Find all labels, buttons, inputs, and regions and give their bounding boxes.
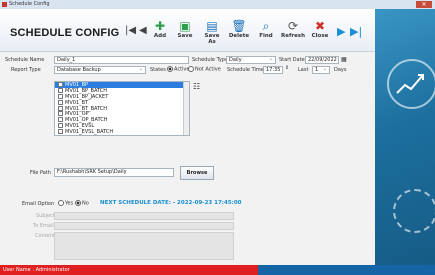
report-checkbox[interactable] xyxy=(58,93,63,99)
save-icon: ▣ xyxy=(179,19,191,33)
schedule-name-label: Schedule Name xyxy=(5,57,45,63)
last-select[interactable]: 1 xyxy=(312,66,330,74)
next-record-button[interactable]: ▶ xyxy=(337,25,345,38)
chart-circle-graphic xyxy=(387,59,435,109)
calendar-icon[interactable]: ▦ xyxy=(341,56,347,63)
report-checkbox[interactable] xyxy=(58,117,63,123)
refresh-label: Refresh xyxy=(281,33,305,39)
schedule-time-input[interactable]: 17:35 xyxy=(263,66,283,74)
app-icon xyxy=(2,2,7,7)
refresh-icon: ⟳ xyxy=(287,19,299,33)
active-radio[interactable]: Active xyxy=(167,66,189,73)
report-checkbox[interactable] xyxy=(58,129,63,135)
report-list-item[interactable]: MV01_EVSL_BATCH xyxy=(55,129,189,135)
email-no-radio-dot xyxy=(75,200,81,206)
first-record-button[interactable]: |◀ xyxy=(125,25,136,36)
toolbar: SCHEDULE CONFIG |◀ ◀ ✚ Add ▣ Save ▤ Save… xyxy=(0,9,375,52)
report-list[interactable]: MV01_BP MV01_BP_BATCH MV01_BP_JACKET MV01_B… xyxy=(54,81,190,136)
save-as-button[interactable]: ▤ Save As xyxy=(200,19,224,45)
browse-button[interactable]: Browse xyxy=(180,166,214,180)
add-button[interactable]: ✚ Add xyxy=(148,19,172,39)
last-label: Last xyxy=(298,67,309,73)
status-bar: User Name : Administrator xyxy=(0,265,435,275)
report-item-label: MV01_EVSL_BATCH xyxy=(65,129,114,136)
delete-button[interactable]: 🗑 Delete xyxy=(227,19,251,39)
to-email-label: To Email xyxy=(33,223,54,229)
report-checkbox[interactable] xyxy=(58,105,63,111)
report-checkbox[interactable] xyxy=(58,87,63,93)
schedule-type-select[interactable]: Daily xyxy=(226,56,276,64)
trash-icon: 🗑 xyxy=(231,19,247,33)
not-active-label: Not Active xyxy=(195,66,221,73)
report-list-scrollbar[interactable] xyxy=(183,82,189,135)
list-settings-icon[interactable]: ☷ xyxy=(193,82,200,91)
time-spinner-icon[interactable]: ⇕ xyxy=(285,65,289,71)
save-as-label: Save As xyxy=(204,33,220,45)
start-date-value: 22/09/2022 xyxy=(308,57,337,63)
report-checkbox[interactable] xyxy=(58,123,63,129)
page-title: SCHEDULE CONFIG xyxy=(10,27,120,39)
status-user-text: User Name : Administrator xyxy=(3,267,70,273)
start-date-label: Start Date xyxy=(279,57,305,63)
status-user-section: User Name : Administrator xyxy=(0,265,258,275)
window-title: Schedule Config xyxy=(9,1,50,7)
subject-input[interactable] xyxy=(54,212,234,220)
content-textarea[interactable] xyxy=(54,232,234,260)
next-schedule-date: NEXT SCHEDULE DATE: - 2022-09-23 17:45:0… xyxy=(100,200,242,206)
main-panel: SCHEDULE CONFIG |◀ ◀ ✚ Add ▣ Save ▤ Save… xyxy=(0,9,375,265)
email-yes-radio-dot xyxy=(58,200,64,206)
to-email-input[interactable] xyxy=(54,222,234,230)
gear-graphic xyxy=(393,189,435,233)
schedule-time-label: Schedule Time xyxy=(227,67,264,73)
close-label: Close xyxy=(311,33,329,39)
report-checkbox[interactable] xyxy=(58,99,63,105)
file-path-label: File Path xyxy=(30,170,51,176)
find-label: Find xyxy=(259,33,273,39)
email-no-radio[interactable]: No xyxy=(75,200,89,207)
report-type-select[interactable]: Database Backup xyxy=(54,66,146,74)
email-yes-label: Yes xyxy=(65,200,74,207)
file-path-input[interactable]: F:\Rushabh\SRK Setup\Daily xyxy=(54,168,174,177)
add-icon: ✚ xyxy=(154,19,166,33)
last-record-button[interactable]: ▶| xyxy=(350,25,362,38)
save-label: Save xyxy=(177,33,193,39)
subject-label: Subject xyxy=(36,213,55,219)
refresh-button[interactable]: ⟳ Refresh xyxy=(281,19,305,39)
report-list-rows: MV01_BP MV01_BP_BATCH MV01_BP_JACKET MV01_B… xyxy=(55,82,189,135)
background-graphic xyxy=(375,9,435,265)
states-label: States xyxy=(150,67,166,73)
start-date-input[interactable]: 22/09/2022 xyxy=(305,56,339,64)
trend-chart-icon xyxy=(396,74,424,94)
email-yes-radio[interactable]: Yes xyxy=(58,200,73,207)
email-option-label: Email Option xyxy=(22,201,55,207)
find-icon: ⌕ xyxy=(262,19,270,33)
schedule-name-input[interactable]: Daily_1 xyxy=(54,56,189,64)
content-label: Content xyxy=(35,233,55,239)
save-button[interactable]: ▣ Save xyxy=(173,19,197,39)
close-icon: ✖ xyxy=(314,19,326,33)
window-close-button[interactable]: ✕ xyxy=(416,1,432,8)
add-label: Add xyxy=(153,33,167,39)
schedule-type-label: Schedule Type xyxy=(192,57,229,63)
delete-label: Delete xyxy=(228,33,250,39)
close-button[interactable]: ✖ Close xyxy=(308,19,332,39)
report-checkbox[interactable] xyxy=(58,82,63,87)
not-active-radio[interactable]: Not Active xyxy=(188,66,221,73)
not-active-radio-dot xyxy=(188,66,194,72)
email-no-label: No xyxy=(82,200,89,207)
find-button[interactable]: ⌕ Find xyxy=(254,19,278,39)
report-type-label: Report Type xyxy=(11,67,41,73)
save-as-icon: ▤ xyxy=(206,19,218,33)
report-checkbox[interactable] xyxy=(58,111,63,117)
days-label: Days xyxy=(334,67,347,73)
active-radio-dot xyxy=(167,66,173,72)
prev-record-button[interactable]: ◀ xyxy=(139,25,147,36)
